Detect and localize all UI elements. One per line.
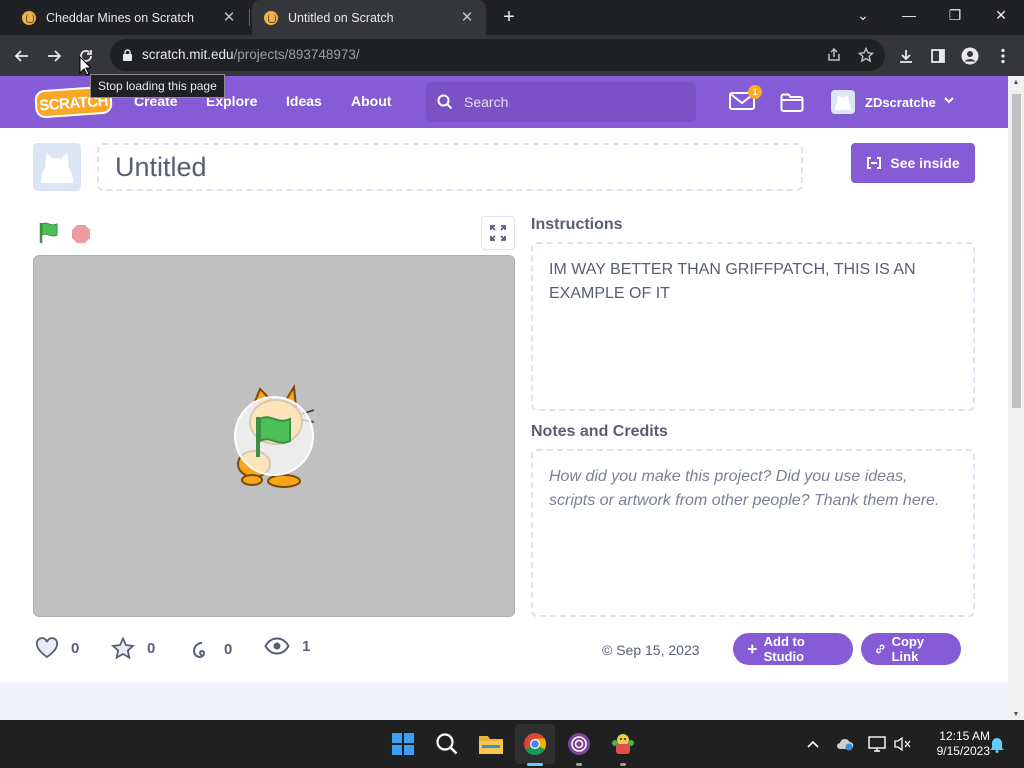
copy-link-button[interactable]: Copy Link bbox=[861, 633, 961, 665]
browser-menu-icon[interactable] bbox=[990, 43, 1016, 69]
restore-icon[interactable]: ❐ bbox=[932, 0, 978, 30]
instructions-textarea[interactable]: IM WAY BETTER THAN GRIFFPATCH, THIS IS A… bbox=[531, 242, 975, 411]
browser-tab-strip: Cheddar Mines on Scratch ✕ Untitled on S… bbox=[0, 0, 1024, 35]
scratch-favicon-icon bbox=[264, 10, 278, 25]
see-inside-button[interactable]: See inside bbox=[851, 143, 975, 183]
file-explorer-icon[interactable] bbox=[477, 730, 505, 758]
taskbar-search-icon[interactable] bbox=[433, 730, 461, 758]
windows-start-icon[interactable] bbox=[389, 730, 417, 758]
eye-icon bbox=[264, 637, 290, 655]
mouse-cursor-icon bbox=[79, 56, 91, 76]
remix-stat: 0 bbox=[188, 637, 232, 661]
tab-title: Cheddar Mines on Scratch bbox=[46, 10, 194, 25]
remix-spiral-icon bbox=[192, 642, 206, 659]
username[interactable]: ZDscratche bbox=[865, 95, 936, 110]
url-text: scratch.mit.edu/projects/893748973/ bbox=[142, 47, 360, 62]
fullscreen-icon bbox=[490, 225, 506, 241]
tab-title: Untitled on Scratch bbox=[288, 10, 394, 25]
plus-icon bbox=[747, 644, 757, 654]
views-stat: 1 bbox=[264, 637, 310, 655]
onedrive-cloud-icon[interactable] bbox=[835, 734, 855, 754]
show-hidden-icons-chevron-icon[interactable] bbox=[803, 734, 823, 754]
volume-muted-icon[interactable] bbox=[892, 734, 912, 754]
message-count-badge: 1 bbox=[748, 85, 762, 99]
new-tab-button[interactable]: + bbox=[498, 6, 520, 28]
tor-running-indicator bbox=[576, 763, 582, 766]
project-title-input[interactable] bbox=[97, 143, 803, 191]
browser-toolbar: scratch.mit.edu/projects/893748973/ bbox=[0, 35, 1024, 76]
instructions-heading: Instructions bbox=[531, 216, 623, 233]
favorite-stat[interactable]: 0 bbox=[111, 637, 155, 659]
green-flag-icon[interactable] bbox=[37, 221, 61, 245]
notes-credits-heading: Notes and Credits bbox=[531, 423, 668, 440]
fullscreen-button[interactable] bbox=[481, 216, 515, 250]
minimize-icon[interactable]: — bbox=[886, 0, 932, 30]
window-close-icon[interactable]: ✕ bbox=[978, 0, 1024, 30]
address-bar[interactable]: scratch.mit.edu/projects/893748973/ bbox=[110, 39, 885, 71]
nav-about[interactable]: About bbox=[351, 93, 391, 109]
search-box bbox=[426, 82, 696, 122]
lock-icon bbox=[123, 49, 132, 61]
windows-taskbar: 12:15 AM 9/15/2023 bbox=[0, 720, 1024, 768]
project-stage[interactable] bbox=[33, 255, 515, 617]
add-to-studio-button[interactable]: Add to Studio bbox=[733, 633, 853, 665]
scratch-project-page: SCRATCH Create Explore Ideas About 1 ZDs… bbox=[0, 76, 1008, 720]
share-icon[interactable] bbox=[824, 45, 844, 65]
tab-separator bbox=[249, 9, 250, 26]
reload-tooltip: Stop loading this page bbox=[90, 74, 225, 98]
star-icon bbox=[111, 637, 135, 659]
scroll-up-icon[interactable]: ▲ bbox=[1011, 79, 1021, 86]
stop-icon[interactable] bbox=[71, 224, 91, 244]
side-panel-icon[interactable] bbox=[925, 43, 951, 69]
tab-search-dropdown-icon[interactable]: ⌄ bbox=[840, 0, 886, 30]
scroll-down-icon[interactable]: ▼ bbox=[1011, 711, 1021, 718]
remix-arrows-icon bbox=[867, 157, 882, 169]
taskbar-clock[interactable]: 12:15 AM 9/15/2023 bbox=[920, 729, 990, 759]
love-stat[interactable]: 0 bbox=[35, 637, 79, 659]
project-author-avatar[interactable] bbox=[33, 143, 81, 191]
chrome-running-indicator bbox=[527, 763, 543, 766]
tor-browser-icon[interactable] bbox=[565, 730, 593, 758]
browser-tab-untitled[interactable]: Untitled on Scratch ✕ bbox=[252, 0, 486, 35]
shared-date: © Sep 15, 2023 bbox=[602, 642, 700, 658]
chevron-down-icon[interactable] bbox=[944, 97, 954, 104]
heart-icon bbox=[35, 637, 59, 659]
browser-tab-cheddar-mines[interactable]: Cheddar Mines on Scratch ✕ bbox=[10, 0, 248, 35]
chrome-icon[interactable] bbox=[521, 730, 549, 758]
app-running-indicator bbox=[620, 763, 626, 766]
nav-ideas[interactable]: Ideas bbox=[286, 93, 322, 109]
notification-bell-icon[interactable] bbox=[987, 734, 1007, 754]
page-scrollbar[interactable]: ▲ ▼ bbox=[1008, 76, 1024, 720]
app-icon[interactable] bbox=[609, 730, 637, 758]
back-arrow-icon[interactable] bbox=[9, 43, 35, 69]
green-flag-icon bbox=[256, 416, 291, 457]
page-footer-strip bbox=[0, 682, 1008, 720]
profile-icon[interactable] bbox=[957, 43, 983, 69]
close-tab-icon[interactable]: ✕ bbox=[458, 9, 476, 27]
link-icon bbox=[876, 644, 885, 654]
user-avatar[interactable] bbox=[831, 90, 855, 114]
bookmark-star-icon[interactable] bbox=[856, 45, 876, 65]
scratch-favicon-icon bbox=[22, 10, 36, 25]
forward-arrow-icon[interactable] bbox=[41, 43, 67, 69]
my-stuff-folder-icon[interactable] bbox=[780, 93, 804, 112]
search-icon bbox=[437, 94, 453, 110]
notes-credits-textarea[interactable]: How did you make this project? Did you u… bbox=[531, 449, 975, 617]
download-icon[interactable] bbox=[893, 43, 919, 69]
close-tab-icon[interactable]: ✕ bbox=[220, 9, 238, 27]
scroll-thumb[interactable] bbox=[1012, 94, 1021, 408]
start-project-overlay[interactable] bbox=[234, 396, 314, 476]
search-input[interactable] bbox=[464, 90, 684, 114]
display-icon[interactable] bbox=[867, 734, 887, 754]
